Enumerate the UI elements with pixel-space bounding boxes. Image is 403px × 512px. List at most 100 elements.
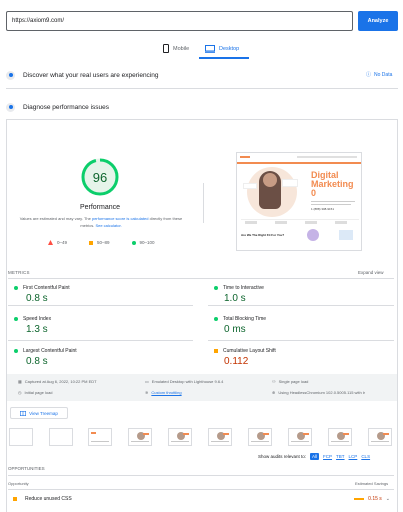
calendar-icon: ▦	[18, 379, 22, 384]
metric-cls-label: Cumulative Layout Shift	[223, 348, 276, 354]
score-calculated-link[interactable]: performance score is calculated	[92, 216, 148, 221]
emulated-text: Emulated Desktop with Lighthouse 9.6.4	[151, 379, 224, 384]
captured-text: Captured at Aug 6, 2022, 10:22 PM EDT	[24, 379, 97, 384]
mobile-icon	[163, 44, 169, 53]
metrics-header: METRICS	[8, 270, 30, 275]
metric-tbt-value: 0 ms	[224, 324, 246, 335]
filter-all[interactable]: All	[310, 453, 320, 460]
see-calculator-link[interactable]: See calculator.	[95, 223, 121, 228]
view-treemap-button[interactable]: View Treemap	[10, 407, 68, 419]
filmstrip-frame	[49, 428, 73, 446]
divider-vertical	[203, 183, 204, 223]
opportunities-header: OPPORTUNITIES	[8, 466, 45, 471]
desktop-icon	[205, 44, 215, 53]
chevron-down-icon[interactable]: ⌄	[386, 496, 390, 502]
audit-filter-label: Show audits relevant to:	[258, 454, 307, 459]
tab-mobile[interactable]: Mobile	[163, 40, 189, 57]
single-load-text: Single page load	[278, 379, 309, 384]
browser-text: Using HeadlessChromium 102.0.5005.115 wi…	[278, 390, 365, 395]
client-logo	[335, 221, 347, 224]
hero-title: Digital Marketing 0	[311, 171, 354, 198]
treemap-icon	[20, 410, 27, 416]
lab-data-section: Diagnose performance issues	[6, 101, 398, 113]
lab-data-label: Diagnose performance issues	[23, 103, 109, 111]
legend-good-label: 90–100	[139, 240, 155, 245]
score-legend: 0–49 50–89 90–100	[48, 240, 155, 245]
analyze-button[interactable]: Analyze	[358, 11, 398, 31]
metric-cls: Cumulative Layout Shift	[214, 348, 276, 354]
filter-fcp[interactable]: FCP	[323, 454, 332, 459]
metric-fcp-value: 0.8 s	[26, 293, 48, 304]
divider	[8, 278, 394, 279]
metric-cls-value: 0.112	[224, 356, 249, 367]
circle-icon	[214, 317, 218, 321]
filmstrip-frame	[288, 428, 312, 446]
no-data-label: No Data	[374, 71, 393, 78]
circle-icon	[214, 286, 218, 290]
captured-info: ▦ Captured at Aug 6, 2022, 10:22 PM EDT	[18, 379, 97, 384]
filter-cls[interactable]: CLS	[361, 454, 370, 459]
field-data-label: Discover what your real users are experi…	[23, 71, 159, 79]
view-treemap-label: View Treemap	[29, 410, 58, 416]
hero-text-line	[311, 201, 355, 202]
metric-tbt: Total Blocking Time	[214, 316, 266, 322]
wifi-icon: ≋	[145, 390, 149, 395]
circle-icon	[131, 240, 136, 245]
tab-mobile-label: Mobile	[173, 45, 190, 52]
throttling-link[interactable]: Custom throttling	[151, 390, 181, 395]
tab-desktop-label: Desktop	[219, 45, 240, 52]
circle-icon	[14, 286, 18, 290]
metric-si-value: 1.3 s	[26, 324, 48, 335]
performance-label: Performance	[79, 204, 121, 211]
final-screenshot[interactable]: Digital Marketing 0 1 (888) 308-9151 Are…	[236, 152, 362, 251]
legend-good: 90–100	[131, 240, 155, 245]
filmstrip-frame	[368, 428, 392, 446]
preview-avatar	[307, 229, 319, 241]
note-text-1: Values are estimated and may vary. The	[19, 216, 92, 221]
lab-data-icon	[6, 102, 15, 112]
filmstrip-frame	[328, 428, 352, 446]
savings-bar	[354, 498, 365, 500]
divider	[208, 305, 394, 306]
divider	[6, 88, 398, 89]
field-data-section: Discover what your real users are experi…	[6, 69, 398, 81]
metric-fcp: First Contentful Paint	[14, 285, 70, 291]
filter-tbt[interactable]: TBT	[336, 454, 345, 459]
divider	[8, 305, 193, 306]
legend-average: 50–89	[89, 240, 110, 245]
opportunity-row[interactable]: Reduce unused CSS 0.15 s ⌄	[8, 492, 394, 506]
filmstrip-frame	[248, 428, 272, 446]
filter-lcp[interactable]: LCP	[349, 454, 358, 459]
hero-phone: 1 (888) 308-9151	[311, 207, 335, 211]
expand-view-toggle[interactable]: Expand view	[358, 270, 384, 275]
filmstrip-frame	[168, 428, 192, 446]
tab-desktop[interactable]: Desktop	[205, 40, 239, 57]
hero-title-line2: Marketing	[311, 179, 354, 189]
divider	[8, 489, 394, 490]
filmstrip-frame	[128, 428, 152, 446]
client-logo	[305, 221, 317, 224]
single-load-info: ⚇ Single page load	[272, 379, 308, 384]
logos-divider	[241, 219, 359, 220]
triangle-icon	[48, 240, 53, 245]
url-input[interactable]: https://axiom9.com/	[6, 11, 353, 31]
square-icon	[89, 240, 94, 245]
banner-strip	[237, 162, 361, 164]
client-logo	[245, 221, 257, 224]
metric-tti: Time to Interactive	[214, 285, 264, 291]
field-data-icon	[6, 70, 15, 80]
browser-info: ⊕ Using HeadlessChromium 102.0.5005.115 w…	[272, 390, 365, 395]
square-icon	[13, 497, 17, 501]
throttling-info: ≋ Custom throttling	[145, 390, 182, 395]
emulated-info: ▭ Emulated Desktop with Lighthouse 9.6.4	[145, 379, 223, 384]
nav-bar-shape	[297, 156, 357, 158]
audit-filter: Show audits relevant to: All FCP TBT LCP…	[258, 453, 370, 460]
opportunity-savings: 0.15 s	[368, 496, 382, 502]
performance-note: Values are estimated and may vary. The p…	[18, 216, 184, 229]
square-icon	[214, 349, 218, 353]
circle-icon	[14, 349, 18, 353]
metric-tbt-label: Total Blocking Time	[223, 316, 267, 322]
circle-icon	[14, 317, 18, 321]
preview-card	[339, 230, 353, 240]
divider	[8, 340, 193, 341]
